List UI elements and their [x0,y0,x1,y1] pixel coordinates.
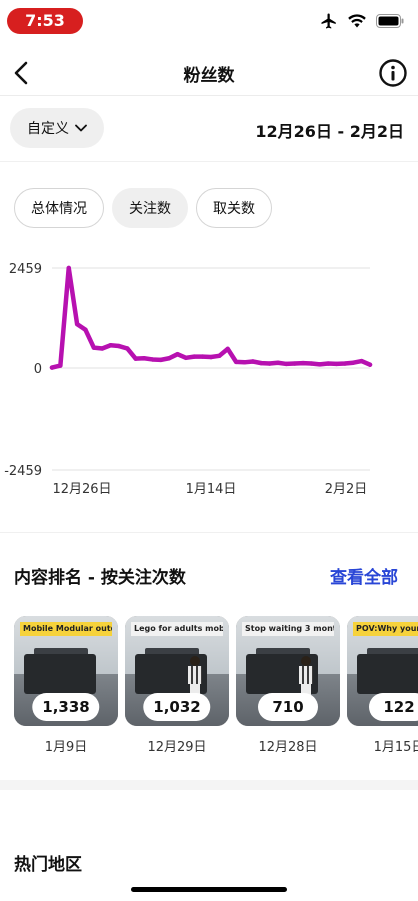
post-date: 12月29日 [147,740,207,755]
data-point [334,361,339,367]
data-point [275,360,281,365]
data-point [342,361,348,366]
data-point [158,357,163,363]
view-all-link[interactable]: 查看全部 [330,563,398,588]
page-title: 粉丝数 [183,66,235,86]
followers-line-chart: 2459 0 -2459 12月26日 1月14日 2月2日 [4,262,373,497]
data-point [309,361,314,366]
data-point [259,360,264,366]
data-point [108,343,113,348]
data-point [116,343,122,349]
data-point [351,360,356,365]
x-tick-label: 2月2日 [325,482,368,497]
hot-regions-title: 热门地区 [14,855,82,875]
tab-follows[interactable]: 关注数 [112,188,188,228]
data-point [225,346,230,352]
wifi-icon [348,14,366,28]
ranking-card[interactable]: POV:Why your backyard are actually borin… [347,616,418,755]
data-point [284,361,289,367]
metric-tabs: 总体情况 关注数 取关数 [14,188,272,228]
data-point [74,321,80,327]
thumbnail-caption: Mobile Modular outdoor [20,622,112,636]
data-point [250,359,256,364]
y-tick-label: 0 [34,362,42,377]
follow-count: 710 [258,693,318,721]
status-icons [320,12,404,30]
post-date: 12月28日 [258,740,318,755]
ranking-card[interactable]: Lego for adults mobile outdoor kitc... 1… [125,616,229,755]
x-tick-label: 12月26日 [52,482,111,497]
battery-icon [376,14,404,28]
data-point [292,361,297,366]
status-time: 7:53 [7,8,83,34]
tab-overall[interactable]: 总体情况 [14,188,104,228]
airplane-icon [321,13,336,29]
data-point [267,361,272,366]
thumbnail-caption: Stop waiting 3 months built in 30 minute… [242,622,334,636]
ranking-list: Mobile Modular outdoor 1,338 1月9日 Lego f… [14,616,418,766]
data-point [242,360,247,365]
ranking-title: 内容排名 - 按关注次数 [14,568,186,588]
date-range[interactable]: 12月26日 - 2月2日 [255,118,404,142]
ranking-card[interactable]: Stop waiting 3 months built in 30 minute… [236,616,340,755]
tab-unfollows[interactable]: 取关数 [196,188,272,228]
data-point [325,361,331,366]
status-bar: 7:53 [0,0,418,44]
data-point [166,356,172,361]
follow-count: 1,338 [32,693,100,721]
data-point [317,362,322,367]
data-point [367,362,373,367]
thumbnail-caption: POV:Why your backyard are actually borin… [353,622,418,636]
data-point [300,360,306,366]
data-point [175,351,180,357]
data-point [133,356,138,361]
video-thumbnail: Stop waiting 3 months built in 30 minute… [236,616,340,726]
info-button[interactable] [378,58,408,88]
data-point [183,355,189,361]
divider [0,532,418,533]
data-point [217,353,222,358]
data-point [58,363,63,368]
post-date: 1月9日 [44,740,88,755]
chevron-down-icon [75,124,87,132]
follow-count: 122 [369,693,418,721]
data-point [208,354,214,360]
data-point [100,346,105,351]
y-tick-label: -2459 [4,464,42,479]
video-thumbnail: POV:Why your backyard are actually borin… [347,616,418,726]
range-dropdown[interactable]: 自定义 [10,108,104,148]
post-date: 1月15日 [373,740,418,755]
nav-bar: 粉丝数 [0,50,418,96]
data-point [83,327,88,332]
data-point [91,345,97,350]
series-line [49,265,373,370]
data-point [192,354,197,359]
data-point [141,356,147,361]
x-tick-label: 1月14日 [186,482,237,497]
y-tick-label: 2459 [9,262,42,277]
follow-count: 1,032 [143,693,211,721]
data-point [49,365,55,370]
data-point [359,358,364,364]
ranking-card[interactable]: Mobile Modular outdoor 1,338 1月9日 [14,616,118,755]
data-point [150,357,155,362]
data-point [233,359,239,365]
data-point [66,265,71,271]
thumbnail-caption: Lego for adults mobile outdoor kitc... [131,622,223,636]
section-divider [0,780,418,790]
filter-row: 自定义 12月26日 - 2月2日 [0,97,418,162]
video-thumbnail: Mobile Modular outdoor 1,338 [14,616,118,726]
home-indicator [131,887,287,892]
video-thumbnail: Lego for adults mobile outdoor kitc... 1… [125,616,229,726]
range-dropdown-label: 自定义 [27,121,69,137]
data-point [200,354,205,359]
data-point [125,346,130,351]
info-icon [379,59,407,87]
